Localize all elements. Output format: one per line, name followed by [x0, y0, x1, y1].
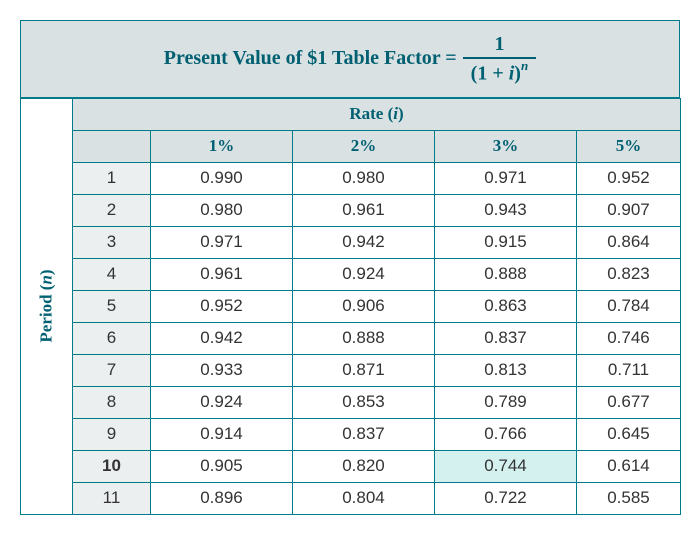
pv-table-title-wrap: Present Value of $1 Table Factor = 1 (1 …	[20, 20, 680, 98]
value-cell: 0.906	[293, 290, 435, 322]
period-cell: 8	[73, 386, 151, 418]
period-cell: 6	[73, 322, 151, 354]
value-cell: 0.871	[293, 354, 435, 386]
fraction-denominator: (1 + i)n	[463, 57, 537, 85]
value-cell: 0.933	[151, 354, 293, 386]
rate-col-header: 1%	[151, 130, 293, 162]
period-cell: 3	[73, 226, 151, 258]
value-cell: 0.677	[577, 386, 681, 418]
value-cell: 0.766	[435, 418, 577, 450]
rate-col-header: 3%	[435, 130, 577, 162]
value-cell: 0.837	[435, 322, 577, 354]
period-cell: 11	[73, 482, 151, 514]
value-cell: 0.823	[577, 258, 681, 290]
corner-blank	[73, 130, 151, 162]
period-cell: 4	[73, 258, 151, 290]
value-cell: 0.961	[293, 194, 435, 226]
value-cell: 0.924	[293, 258, 435, 290]
period-cell: 5	[73, 290, 151, 322]
value-cell: 0.820	[293, 450, 435, 482]
value-cell: 0.853	[293, 386, 435, 418]
period-cell: 1	[73, 162, 151, 194]
value-cell: 0.952	[151, 290, 293, 322]
value-cell: 0.990	[151, 162, 293, 194]
value-cell: 0.888	[293, 322, 435, 354]
value-cell: 0.744	[435, 450, 577, 482]
value-cell: 0.711	[577, 354, 681, 386]
value-cell: 0.837	[293, 418, 435, 450]
fraction-numerator: 1	[486, 33, 512, 57]
value-cell: 0.585	[577, 482, 681, 514]
value-cell: 0.971	[435, 162, 577, 194]
period-axis-label: Period (n)	[21, 98, 73, 514]
value-cell: 0.804	[293, 482, 435, 514]
value-cell: 0.863	[435, 290, 577, 322]
value-cell: 0.942	[293, 226, 435, 258]
value-cell: 0.924	[151, 386, 293, 418]
value-cell: 0.896	[151, 482, 293, 514]
value-cell: 0.645	[577, 418, 681, 450]
value-cell: 0.813	[435, 354, 577, 386]
value-cell: 0.784	[577, 290, 681, 322]
rate-col-header: 5%	[577, 130, 681, 162]
value-cell: 0.915	[435, 226, 577, 258]
value-cell: 0.971	[151, 226, 293, 258]
value-cell: 0.888	[435, 258, 577, 290]
value-cell: 0.746	[577, 322, 681, 354]
period-cell: 7	[73, 354, 151, 386]
value-cell: 0.914	[151, 418, 293, 450]
value-cell: 0.905	[151, 450, 293, 482]
period-cell: 2	[73, 194, 151, 226]
value-cell: 0.952	[577, 162, 681, 194]
value-cell: 0.789	[435, 386, 577, 418]
value-cell: 0.864	[577, 226, 681, 258]
value-cell: 0.961	[151, 258, 293, 290]
title-fraction: 1 (1 + i)n	[463, 33, 537, 85]
rate-col-header: 2%	[293, 130, 435, 162]
title-text: Present Value of $1 Table Factor =	[164, 47, 457, 70]
value-cell: 0.943	[435, 194, 577, 226]
value-cell: 0.980	[151, 194, 293, 226]
value-cell: 0.614	[577, 450, 681, 482]
period-cell: 9	[73, 418, 151, 450]
value-cell: 0.722	[435, 482, 577, 514]
period-cell: 10	[73, 450, 151, 482]
value-cell: 0.907	[577, 194, 681, 226]
value-cell: 0.942	[151, 322, 293, 354]
value-cell: 0.980	[293, 162, 435, 194]
rate-axis-label: Rate (i)	[73, 98, 681, 130]
pv-table-grid: Period (n)Rate (i)1%2%3%5%10.9900.9800.9…	[20, 98, 681, 515]
table-title: Present Value of $1 Table Factor = 1 (1 …	[21, 21, 680, 98]
